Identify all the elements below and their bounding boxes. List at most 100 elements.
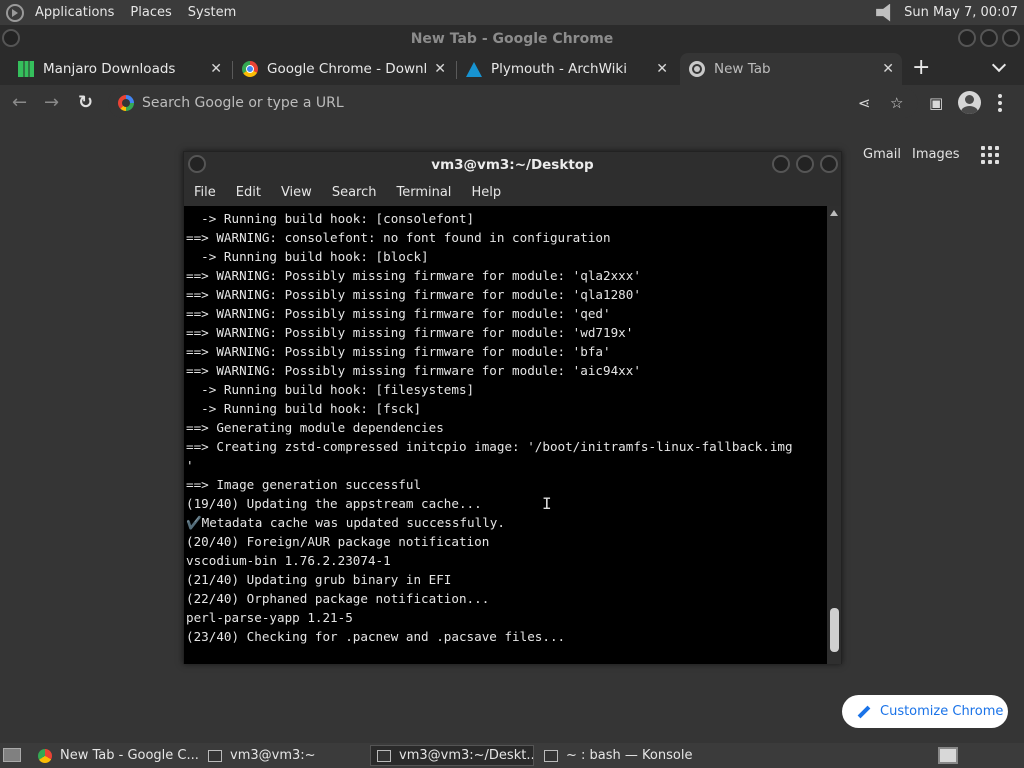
terminal-line: perl-parse-yapp 1.21-5	[186, 610, 353, 625]
tab-plymouth-archwiki[interactable]: Plymouth - ArchWiki ✕	[466, 53, 676, 85]
terminal-line: ==> WARNING: Possibly missing firmware f…	[186, 287, 641, 302]
tab-new-tab[interactable]: New Tab ✕	[680, 53, 902, 85]
terminal-maximize-button[interactable]	[796, 155, 814, 173]
address-bar-input[interactable]	[142, 95, 822, 111]
new-tab-icon	[689, 61, 705, 77]
terminal-line: ==> Generating module dependencies	[186, 420, 444, 435]
terminal-line: (23/40) Checking for .pacnew and .pacsav…	[186, 629, 566, 644]
taskbar-item-terminal-desktop[interactable]: vm3@vm3:~/Deskt...	[370, 745, 534, 766]
volume-icon[interactable]	[876, 3, 891, 22]
gmail-link[interactable]: Gmail	[863, 147, 901, 162]
arch-logo-icon	[466, 61, 482, 77]
close-tab-icon[interactable]: ✕	[882, 61, 894, 77]
menu-view[interactable]: View	[271, 185, 322, 200]
terminal-line: ==> WARNING: Possibly missing firmware f…	[186, 268, 641, 283]
tab-title: Manjaro Downloads	[43, 61, 176, 77]
taskbar-item-label: New Tab - Google C...	[60, 748, 198, 763]
clock[interactable]: Sun May 7, 00:07	[904, 5, 1024, 20]
terminal-line: ==> WARNING: Possibly missing firmware f…	[186, 306, 611, 321]
bottom-panel: New Tab - Google C... vm3@vm3:~ vm3@vm3:…	[0, 743, 1024, 768]
side-panel-icon[interactable]: ▣	[929, 94, 943, 112]
terminal-line: -> Running build hook: [block]	[186, 249, 429, 264]
terminal-window-menu-button[interactable]	[188, 155, 206, 173]
terminal-line: ==> WARNING: Possibly missing firmware f…	[186, 325, 634, 340]
more-options-icon[interactable]	[998, 94, 1002, 112]
taskbar-item-chrome[interactable]: New Tab - Google C...	[32, 745, 198, 766]
terminal-icon	[544, 749, 558, 762]
customize-chrome-label: Customize Chrome	[880, 704, 1004, 719]
customize-chrome-button[interactable]: Customize Chrome	[842, 695, 1008, 728]
maximize-button[interactable]	[980, 29, 998, 47]
reload-icon[interactable]: ↻	[78, 93, 93, 113]
minimize-button[interactable]	[958, 29, 976, 47]
menu-search[interactable]: Search	[322, 185, 387, 200]
taskbar-item-terminal-home[interactable]: vm3@vm3:~	[202, 745, 366, 766]
tab-separator	[232, 61, 233, 79]
images-link[interactable]: Images	[912, 147, 960, 162]
terminal-line: -> Running build hook: [fsck]	[186, 401, 422, 416]
terminal-minimize-button[interactable]	[772, 155, 790, 173]
terminal-close-button[interactable]	[820, 155, 838, 173]
terminal-icon	[208, 749, 222, 762]
terminal-output[interactable]: -> Running build hook: [consolefont] ==>…	[184, 206, 827, 664]
tab-strip: Manjaro Downloads ✕ Google Chrome - Down…	[0, 53, 1024, 85]
bookmark-star-icon[interactable]: ☆	[890, 94, 903, 112]
terminal-line: ✔️Metadata cache was updated successfull…	[186, 515, 505, 530]
distro-logo-icon[interactable]	[6, 3, 24, 22]
chrome-titlebar[interactable]: New Tab - Google Chrome	[0, 25, 1024, 53]
terminal-line: vscodium-bin 1.76.2.23074-1	[186, 553, 391, 568]
menu-file[interactable]: File	[184, 185, 226, 200]
new-tab-plus-icon[interactable]: +	[912, 56, 930, 80]
tab-google-chrome-download[interactable]: Google Chrome - Download ✕	[242, 53, 454, 85]
google-apps-icon[interactable]	[981, 146, 999, 164]
terminal-line: ==> Creating zstd-compressed initcpio im…	[186, 439, 793, 454]
terminal-line: ==> WARNING: Possibly missing firmware f…	[186, 344, 611, 359]
show-desktop-icon[interactable]	[3, 748, 21, 762]
menu-terminal[interactable]: Terminal	[386, 185, 461, 200]
chrome-logo-icon	[242, 61, 258, 77]
scroll-up-arrow-icon[interactable]	[830, 210, 838, 216]
profile-avatar-icon[interactable]	[958, 91, 981, 114]
applications-menu[interactable]: Applications	[27, 5, 122, 20]
window-menu-button[interactable]	[2, 29, 20, 47]
terminal-titlebar[interactable]: vm3@vm3:~/Desktop	[184, 152, 841, 179]
pencil-icon	[858, 706, 870, 718]
system-menu[interactable]: System	[180, 5, 244, 20]
manjaro-logo-icon	[18, 61, 34, 77]
terminal-line: '	[186, 458, 194, 473]
close-tab-icon[interactable]: ✕	[656, 61, 668, 77]
terminal-icon	[377, 749, 391, 762]
close-tab-icon[interactable]: ✕	[434, 61, 446, 77]
terminal-menubar: File Edit View Search Terminal Help	[184, 179, 841, 205]
close-tab-icon[interactable]: ✕	[210, 61, 222, 77]
tab-manjaro-downloads[interactable]: Manjaro Downloads ✕	[18, 53, 230, 85]
taskbar-item-label: vm3@vm3:~	[230, 748, 316, 763]
chrome-logo-icon	[38, 748, 52, 763]
terminal-line: (19/40) Updating the appstream cache...	[186, 496, 482, 511]
terminal-line: (22/40) Orphaned package notification...	[186, 591, 490, 606]
taskbar-item-konsole[interactable]: ~ : bash — Konsole	[538, 745, 702, 766]
terminal-line: -> Running build hook: [consolefont]	[186, 211, 475, 226]
terminal-scrollbar[interactable]	[827, 206, 841, 664]
terminal-window: vm3@vm3:~/Desktop File Edit View Search …	[183, 151, 842, 664]
google-g-icon	[118, 95, 134, 111]
forward-arrow-icon[interactable]: →	[44, 93, 59, 113]
menu-help[interactable]: Help	[461, 185, 511, 200]
menu-edit[interactable]: Edit	[226, 185, 271, 200]
places-menu[interactable]: Places	[122, 5, 179, 20]
tab-separator	[456, 61, 457, 79]
terminal-line: -> Running build hook: [filesystems]	[186, 382, 475, 397]
tab-title: Google Chrome - Download	[267, 61, 427, 77]
top-panel: Applications Places System Sun May 7, 00…	[0, 0, 1024, 25]
workspace-switcher[interactable]	[938, 747, 958, 764]
taskbar-item-label: ~ : bash — Konsole	[566, 748, 693, 763]
scrollbar-thumb[interactable]	[830, 608, 839, 652]
terminal-line: ==> WARNING: Possibly missing firmware f…	[186, 363, 641, 378]
chrome-window-title: New Tab - Google Chrome	[410, 31, 614, 47]
i-beam-cursor-icon: I	[542, 494, 552, 513]
close-window-button[interactable]	[1002, 29, 1020, 47]
back-arrow-icon[interactable]: ←	[12, 93, 27, 113]
share-icon[interactable]: ⋖	[858, 94, 871, 112]
omnibox[interactable]	[108, 88, 918, 118]
terminal-title: vm3@vm3:~/Desktop	[431, 157, 594, 173]
